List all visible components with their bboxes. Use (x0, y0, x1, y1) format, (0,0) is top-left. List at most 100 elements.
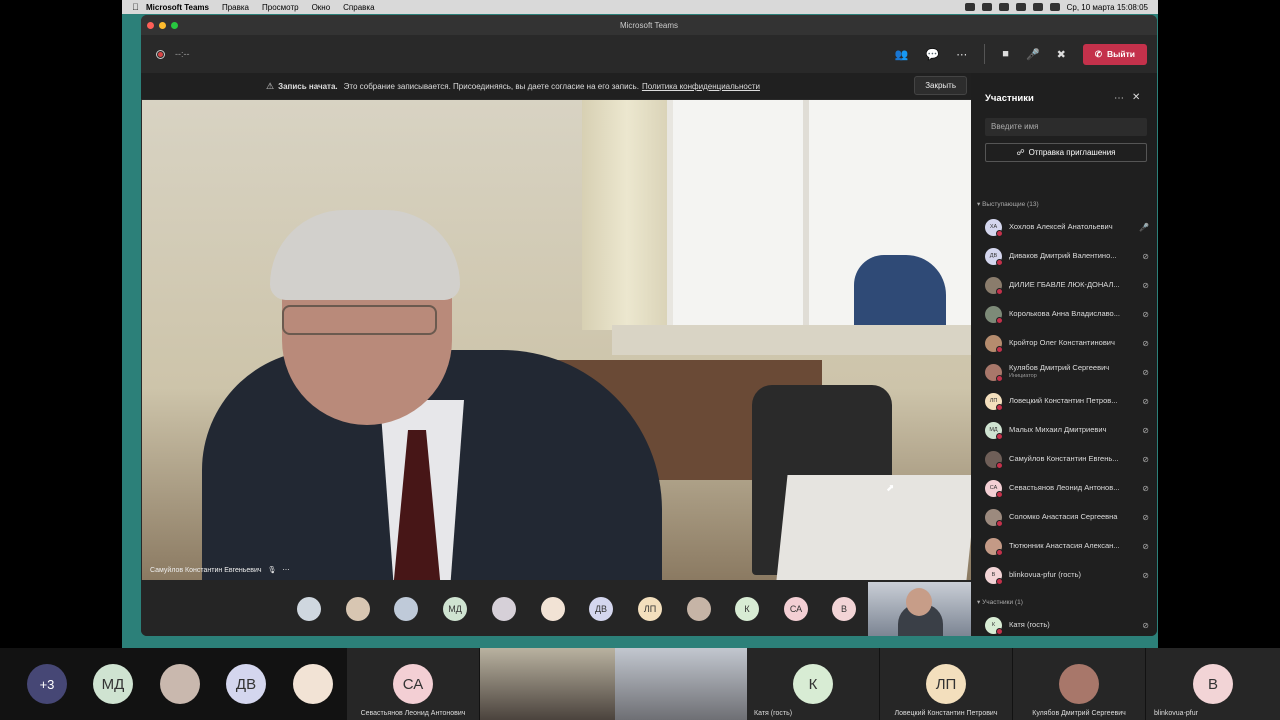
gallery-tile[interactable]: ЛП Ловецкий Константин Петрович (880, 648, 1012, 720)
video-speaker-name: Самуйлов Константин Евгеньевич (150, 566, 262, 574)
mic-off-icon[interactable]: ⊘ (1142, 397, 1149, 406)
tray-icon[interactable] (981, 3, 992, 11)
strip-avatar[interactable]: К (735, 597, 759, 621)
strip-avatar[interactable] (297, 597, 321, 621)
participant-row[interactable]: Самуйлов Константин Евгень... ⊘ (985, 449, 1149, 469)
presenters-section-header[interactable]: ▾ Выступающие (13) (977, 200, 1039, 208)
menu-window[interactable]: Окно (312, 3, 331, 12)
camera-icon[interactable]: ■ (1002, 48, 1009, 60)
microphone-icon[interactable]: 🎤 (1026, 48, 1040, 61)
participant-row[interactable]: К Катя (гость) ⊘ (985, 615, 1149, 635)
recording-banner: ⚠ Запись начата. Это собрание записывает… (141, 73, 971, 99)
chat-icon[interactable]: 💬 (926, 48, 940, 61)
attendees-section-header[interactable]: ▾ Участники (1) (977, 598, 1023, 606)
apple-icon[interactable]:  (132, 2, 146, 12)
mic-off-icon[interactable]: ⊘ (1142, 513, 1149, 522)
gallery-video-tile[interactable] (615, 648, 747, 720)
strip-avatar[interactable]: СА (784, 597, 808, 621)
mic-off-icon[interactable]: ⊘ (1142, 310, 1149, 319)
menu-help[interactable]: Справка (343, 3, 374, 12)
mic-off-icon[interactable]: ⊘ (1142, 339, 1149, 348)
participant-row[interactable]: Королькова Анна Владиславо... ⊘ (985, 304, 1149, 324)
tray-icon[interactable] (964, 3, 975, 11)
strip-avatar[interactable]: ЛП (638, 597, 662, 621)
mic-off-icon[interactable]: ⊘ (1142, 252, 1149, 261)
main-video[interactable]: ⬈ Самуйлов Константин Евгеньевич 🎙 ⋯ (142, 100, 971, 580)
participants-icon[interactable]: 👥 (895, 48, 909, 61)
strip-avatar[interactable]: МД (443, 597, 467, 621)
participant-row[interactable]: ДИЛИЕ ГБАВЛЕ ЛЮК-ДОНАЛ... ⊘ (985, 275, 1149, 295)
wifi-icon[interactable] (1032, 3, 1043, 11)
more-options-icon[interactable]: ⋯ (1114, 93, 1124, 104)
participant-name: blinkovua-pfur (гость) (1009, 571, 1082, 579)
gallery-tile[interactable]: К Катя (гость) (747, 648, 879, 720)
participant-row[interactable]: Кройтор Олег Константинович ⊘ (985, 333, 1149, 353)
participant-row[interactable]: СА Севастьянов Леонид Антонов... ⊘ (985, 478, 1149, 498)
mic-off-icon[interactable]: ⊘ (1142, 281, 1149, 290)
macos-menubar:  Microsoft Teams Правка Просмотр Окно С… (122, 0, 1158, 14)
teams-window: Microsoft Teams --:-- 👥 💬 ⋯ ■ 🎤 ✖ ✆ Выйт… (141, 15, 1157, 636)
mic-off-icon[interactable]: ⊘ (1142, 542, 1149, 551)
strip-avatar[interactable] (687, 597, 711, 621)
send-invite-button[interactable]: ☍ Отправка приглашения (985, 143, 1147, 162)
gallery-tile[interactable]: СА Севастьянов Леонид Антонович (347, 648, 479, 720)
participant-name-block: Хохлов Алексей Анатольевич (1009, 223, 1131, 231)
tray-icon[interactable] (998, 3, 1009, 11)
mic-off-icon[interactable]: ⊘ (1142, 484, 1149, 493)
strip-avatar[interactable] (394, 597, 418, 621)
participant-row[interactable]: ХА Хохлов Алексей Анатольевич 🎤 (985, 217, 1149, 237)
participant-name: Ловецкий Константин Петров... (1009, 397, 1118, 405)
more-icon[interactable]: ⋯ (282, 566, 289, 574)
strip-avatar[interactable]: ДВ (589, 597, 613, 621)
strip-avatar[interactable] (492, 597, 516, 621)
tile-label: blinkovua-pfur (1154, 710, 1198, 717)
participant-name-block: Ловецкий Константин Петров... (1009, 397, 1131, 405)
participant-search-input[interactable]: Введите имя (985, 118, 1147, 136)
tile-label: Ловецкий Константин Петрович (894, 710, 998, 717)
more-participants-button[interactable]: +3 (27, 664, 67, 704)
gallery-avatar[interactable]: ДВ (226, 664, 266, 704)
toolbar-divider (984, 44, 986, 64)
leave-button[interactable]: ✆ Выйти (1082, 43, 1147, 65)
menu-edit[interactable]: Правка (222, 3, 249, 12)
mic-off-icon[interactable]: ⊘ (1142, 621, 1149, 630)
strip-avatar[interactable]: В (832, 597, 856, 621)
gallery-tile[interactable]: Кулябов Дмитрий Сергеевич (1013, 648, 1145, 720)
meeting-timer: --:-- (175, 49, 190, 59)
participant-row[interactable]: ЛП Ловецкий Константин Петров... ⊘ (985, 391, 1149, 411)
mic-off-icon[interactable]: ⊘ (1142, 426, 1149, 435)
banner-close-button[interactable]: Закрыть (914, 76, 967, 95)
microphone-icon[interactable]: 🎤 (1139, 223, 1149, 232)
battery-icon[interactable] (1049, 3, 1060, 11)
strip-avatar[interactable] (346, 597, 370, 621)
participant-row[interactable]: Кулябов Дмитрий Сергеевич Инициатор ⊘ (985, 362, 1149, 382)
participant-name-block: Диваков Дмитрий Валентино... (1009, 252, 1131, 260)
menu-app[interactable]: Microsoft Teams (146, 3, 209, 12)
mic-off-icon[interactable]: ⊘ (1142, 368, 1149, 377)
participant-row[interactable]: Соломко Анастасия Сергеевна ⊘ (985, 507, 1149, 527)
share-screen-icon[interactable]: ✖ (1057, 48, 1066, 61)
participant-name-block: Королькова Анна Владиславо... (1009, 310, 1131, 318)
participant-row[interactable]: ДВ Диваков Дмитрий Валентино... ⊘ (985, 246, 1149, 266)
mic-off-icon[interactable]: ⊘ (1142, 571, 1149, 580)
participant-avatar (985, 334, 1003, 353)
gallery-avatar[interactable] (293, 664, 333, 704)
tray-icon[interactable] (1015, 3, 1026, 11)
participant-row[interactable]: Тютюнник Анастасия Алексан... ⊘ (985, 536, 1149, 556)
participant-avatar: ЛП (985, 392, 1003, 411)
self-video-thumbnail[interactable] (868, 582, 971, 636)
gallery-avatar[interactable] (160, 664, 200, 704)
participant-row[interactable]: МД Малых Михаил Дмитриевич ⊘ (985, 420, 1149, 440)
strip-avatar[interactable] (541, 597, 565, 621)
mic-off-icon[interactable]: ⊘ (1142, 455, 1149, 464)
menubar-clock[interactable]: Ср, 10 марта 15:08:05 (1067, 3, 1148, 12)
gallery-video-tile[interactable] (480, 648, 615, 720)
participant-row[interactable]: Bblinkovua-pfur (гость) ⊘ (985, 565, 1149, 585)
participant-avatar (985, 305, 1003, 324)
privacy-policy-link[interactable]: Политика конфиденциальности (642, 82, 760, 91)
more-actions-icon[interactable]: ⋯ (956, 48, 967, 61)
close-icon[interactable]: ✕ (1132, 92, 1140, 103)
menu-view[interactable]: Просмотр (262, 3, 299, 12)
gallery-avatar[interactable]: МД (93, 664, 133, 704)
gallery-tile[interactable]: В blinkovua-pfur (1146, 648, 1280, 720)
